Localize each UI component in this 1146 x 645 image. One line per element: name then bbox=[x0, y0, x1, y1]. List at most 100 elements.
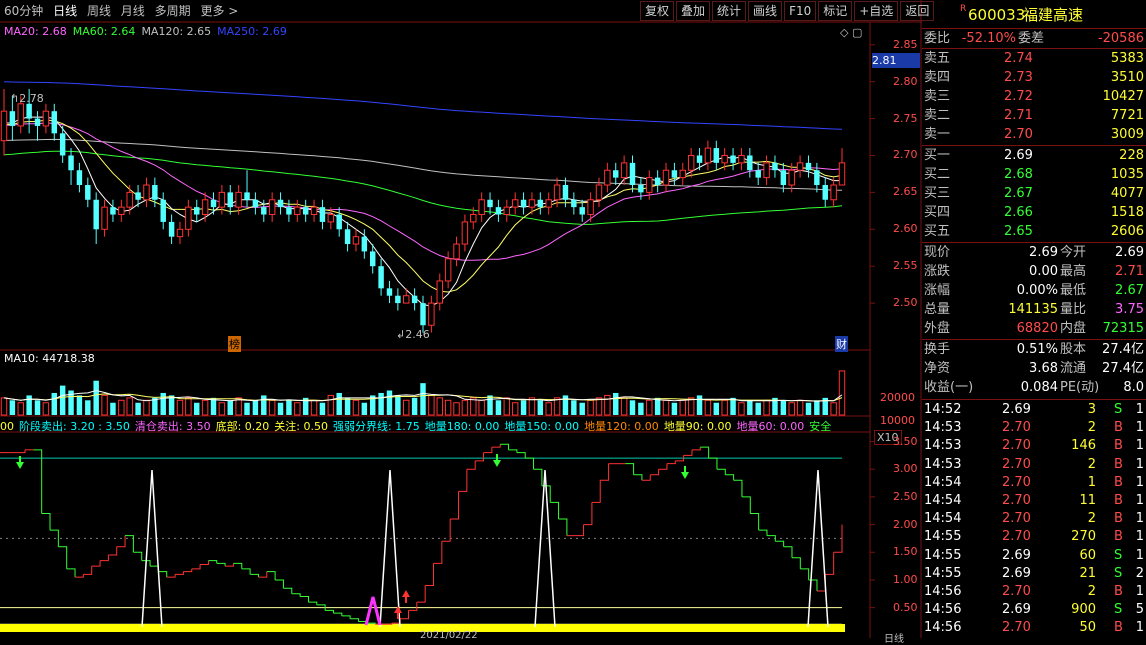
volume-bar bbox=[620, 397, 628, 416]
sell-level-label: 卖二 bbox=[924, 108, 951, 123]
fin-row[interactable]: 收益(一) 0.084 PE(动) 8.0 bbox=[922, 379, 1146, 397]
sell-row[interactable]: 卖四 2.73 3510 bbox=[922, 69, 1146, 87]
candle-body bbox=[286, 207, 292, 215]
period-multi[interactable]: 多周期 bbox=[155, 0, 191, 22]
fin-row[interactable]: 净资 3.68 流通 27.4亿 bbox=[922, 360, 1146, 378]
function-toolbar: 复权 叠加 统计 画线 F10 标记 +自选 返回 bbox=[640, 0, 940, 22]
volume-bar bbox=[286, 400, 292, 415]
tick-side: B bbox=[1114, 529, 1123, 545]
tick-row[interactable]: 14:53 2.70 2 B 1 bbox=[922, 419, 1146, 437]
indicator-step bbox=[216, 562, 226, 567]
price-axis-label: 2.75 bbox=[893, 111, 918, 125]
sell-price: 2.71 bbox=[1004, 108, 1033, 123]
volume-bar bbox=[118, 399, 125, 416]
stat-row[interactable]: 涨跌 0.00 最高 2.71 bbox=[922, 263, 1146, 281]
tick-row[interactable]: 14:56 2.69 900 S 5 bbox=[922, 601, 1146, 619]
bang-badge[interactable]: 榜 bbox=[228, 336, 241, 352]
tick-row[interactable]: 14:53 2.70 146 B 1 bbox=[922, 437, 1146, 455]
candle-body bbox=[361, 236, 368, 252]
stat-value: 2.67 bbox=[1115, 283, 1144, 298]
sell-row[interactable]: 卖一 2.70 3009 bbox=[922, 126, 1146, 144]
sell-level-label: 卖一 bbox=[924, 127, 951, 142]
tick-row[interactable]: 14:55 2.69 60 S 1 bbox=[922, 547, 1146, 565]
overlay-button[interactable]: 叠加 bbox=[676, 1, 711, 21]
signal-arrow bbox=[681, 472, 689, 479]
tick-count: 5 bbox=[1135, 602, 1144, 618]
quote-panel: R 600033 福建高速 委比 -52.10% 委差 -20586 卖五 2.74 538… bbox=[922, 0, 1146, 638]
period-more[interactable]: 更多 > bbox=[200, 0, 238, 22]
buy-row[interactable]: 买一 2.69 228 bbox=[922, 147, 1146, 165]
indicator-step bbox=[508, 449, 518, 453]
sell-row[interactable]: 卖二 2.71 7721 bbox=[922, 107, 1146, 125]
buy-volume: 2606 bbox=[1110, 224, 1144, 239]
draw-button[interactable]: 画线 bbox=[748, 1, 783, 21]
tick-row[interactable]: 14:56 2.70 2 B 1 bbox=[922, 583, 1146, 601]
mark-button[interactable]: 标记 bbox=[818, 1, 853, 21]
candle-body bbox=[352, 236, 360, 245]
stat-row[interactable]: 涨幅 0.00% 最低 2.67 bbox=[922, 282, 1146, 300]
kline-chart-area[interactable] bbox=[0, 0, 922, 638]
indicator-step bbox=[383, 623, 393, 625]
indicator-step bbox=[475, 452, 485, 462]
candle-body bbox=[51, 111, 58, 134]
fin-label: 收益(一) bbox=[924, 380, 974, 395]
tick-price: 2.70 bbox=[1002, 620, 1031, 636]
tick-row[interactable]: 14:55 2.69 21 S 2 bbox=[922, 565, 1146, 583]
stat-row[interactable]: 现价 2.69 今开 2.69 bbox=[922, 244, 1146, 262]
volume-bar bbox=[478, 399, 485, 416]
fuquan-button[interactable]: 复权 bbox=[640, 1, 675, 21]
tick-row[interactable]: 14:54 2.70 1 B 1 bbox=[922, 474, 1146, 492]
period-daily[interactable]: 日线 bbox=[53, 0, 77, 22]
tick-row[interactable]: 14:53 2.70 2 B 1 bbox=[922, 456, 1146, 474]
f10-button[interactable]: F10 bbox=[784, 1, 817, 21]
tick-time: 14:56 bbox=[924, 602, 962, 618]
stat-row[interactable]: 总量 141135 量比 3.75 bbox=[922, 301, 1146, 319]
tick-row[interactable]: 14:55 2.70 270 B 1 bbox=[922, 528, 1146, 546]
indicator-step bbox=[150, 565, 159, 572]
tick-row[interactable]: 14:54 2.70 2 B 1 bbox=[922, 510, 1146, 528]
tick-time: 14:55 bbox=[924, 547, 962, 563]
buy-row[interactable]: 买二 2.68 1035 bbox=[922, 166, 1146, 184]
tick-side: B bbox=[1114, 620, 1123, 636]
candle-body bbox=[261, 207, 267, 215]
buy-row[interactable]: 买三 2.67 4077 bbox=[922, 185, 1146, 203]
volume-bar bbox=[738, 402, 745, 416]
indicator-step bbox=[500, 443, 510, 450]
volume-bar bbox=[453, 402, 460, 416]
fin-row[interactable]: 换手 0.51% 股本 27.4亿 bbox=[922, 341, 1146, 359]
buy-row[interactable]: 买五 2.65 2606 bbox=[922, 223, 1146, 241]
candle-body bbox=[85, 185, 91, 200]
diamond-icon[interactable]: ◇ ▢ bbox=[840, 26, 862, 39]
indicator-step bbox=[733, 479, 743, 497]
price-axis-label: 2.85 bbox=[893, 37, 918, 51]
ma250-line bbox=[3, 81, 843, 130]
period-weekly[interactable]: 周线 bbox=[87, 0, 111, 22]
stat-value: 2.71 bbox=[1115, 264, 1144, 279]
spike-marker bbox=[141, 469, 163, 628]
indicator-step bbox=[791, 557, 801, 569]
period-monthly[interactable]: 月线 bbox=[121, 0, 145, 22]
tick-row[interactable]: 14:54 2.70 11 B 1 bbox=[922, 492, 1146, 510]
volume-bar bbox=[218, 402, 226, 416]
volume-bar bbox=[327, 394, 335, 416]
candle-body bbox=[244, 192, 250, 200]
sell-row[interactable]: 卖三 2.72 10427 bbox=[922, 88, 1146, 106]
tick-row[interactable]: 14:56 2.70 50 B 1 bbox=[922, 619, 1146, 637]
period-60min[interactable]: 60分钟 bbox=[4, 0, 43, 22]
cai-badge[interactable]: 财 bbox=[835, 336, 848, 352]
indicator-axis-label: 1.00 bbox=[893, 572, 918, 586]
buy-row[interactable]: 买四 2.66 1518 bbox=[922, 204, 1146, 222]
fin-value: 3.68 bbox=[1029, 361, 1058, 376]
stats-button[interactable]: 统计 bbox=[712, 1, 747, 21]
stat-row[interactable]: 外盘 68820 内盘 72315 bbox=[922, 320, 1146, 338]
volume-bar bbox=[587, 399, 594, 416]
indicator-legend-item: 00 bbox=[0, 420, 14, 433]
indicator-step bbox=[58, 546, 68, 569]
volume-bar bbox=[788, 402, 795, 416]
sell-row[interactable]: 卖五 2.74 5383 bbox=[922, 50, 1146, 68]
candle-body bbox=[487, 199, 493, 208]
weibi-row[interactable]: 委比 -52.10% 委差 -20586 bbox=[922, 30, 1146, 48]
add-watchlist-button[interactable]: +自选 bbox=[854, 1, 899, 21]
sell-volume: 10427 bbox=[1102, 89, 1144, 104]
tick-row[interactable]: 14:52 2.69 3 S 1 bbox=[922, 401, 1146, 419]
